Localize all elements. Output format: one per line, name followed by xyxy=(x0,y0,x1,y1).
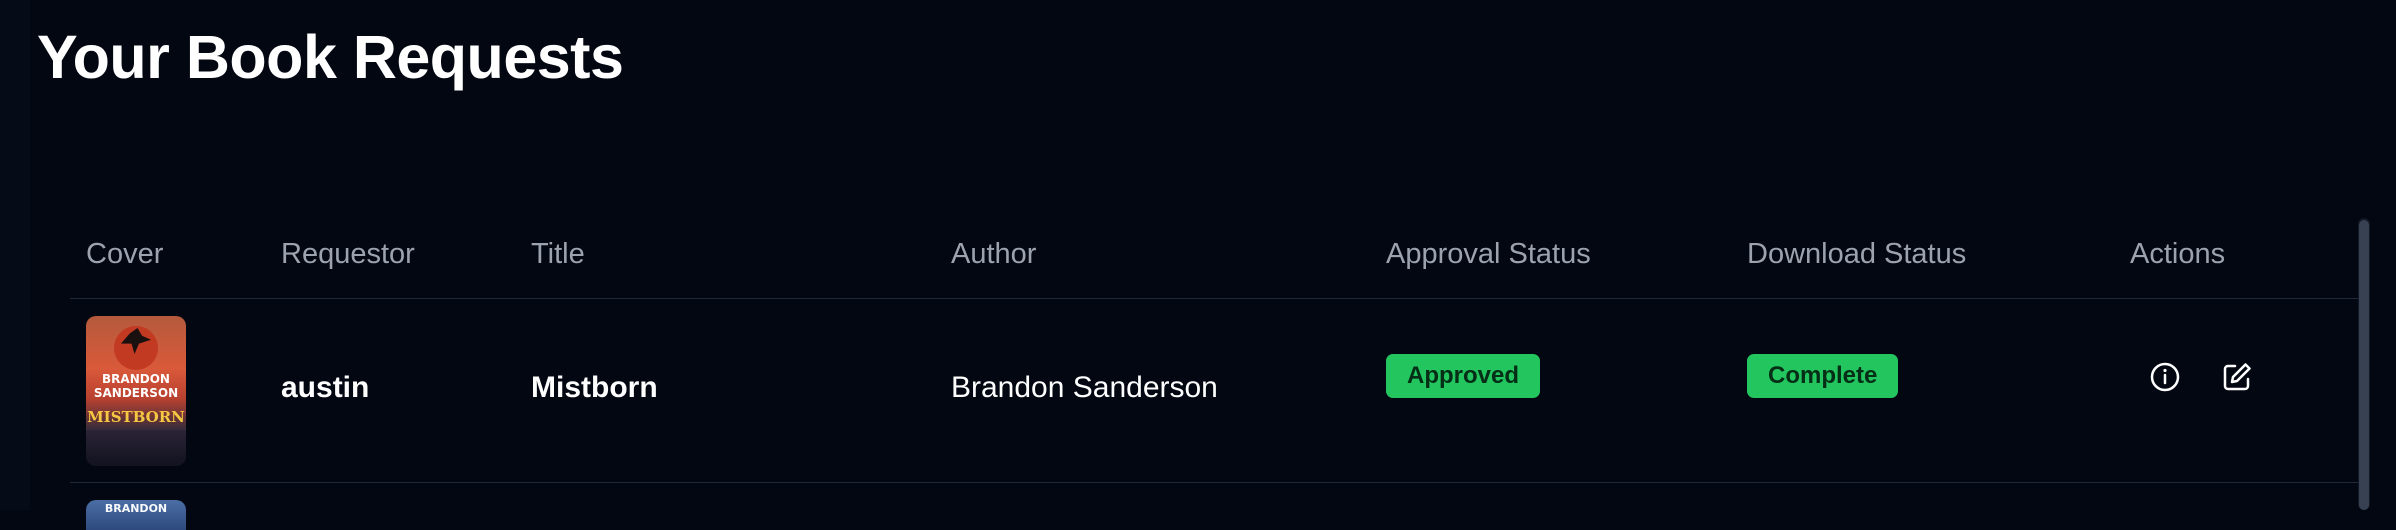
cover-author-text: BRANDON SANDERSON xyxy=(93,372,179,400)
info-icon xyxy=(2150,362,2180,392)
requestor-cell: austin xyxy=(281,371,370,404)
column-header-download-status: Download Status xyxy=(1747,238,1967,270)
next-row-cover-image: BRANDON xyxy=(86,500,186,530)
column-header-approval-status: Approval Status xyxy=(1386,238,1591,270)
next-row-cover-text: BRANDON xyxy=(104,502,168,515)
cover-title-text: MISTBORN xyxy=(87,408,185,426)
column-header-cover: Cover xyxy=(86,238,164,270)
column-header-author: Author xyxy=(951,238,1037,270)
page-title: Your Book Requests xyxy=(37,23,624,91)
title-cell: Mistborn xyxy=(531,371,658,404)
info-button[interactable] xyxy=(2145,357,2185,397)
column-header-requestor: Requestor xyxy=(281,238,415,270)
book-cover-image: BRANDON SANDERSON MISTBORN xyxy=(86,316,186,466)
edit-icon xyxy=(2223,363,2251,391)
author-cell: Brandon Sanderson xyxy=(951,371,1218,404)
table-scrollbar-thumb[interactable] xyxy=(2359,220,2369,510)
table-header: Cover Requestor Title Author Approval St… xyxy=(70,210,2360,299)
column-header-title: Title xyxy=(531,238,585,270)
table-row: BRANDON SANDERSON MISTBORN austin Mistbo… xyxy=(70,299,2360,483)
cover-city xyxy=(86,430,186,466)
download-status-badge: Complete xyxy=(1747,354,1899,398)
sidebar-edge xyxy=(0,0,30,510)
requests-table: Cover Requestor Title Author Approval St… xyxy=(70,210,2360,530)
approval-status-badge: Approved xyxy=(1386,354,1541,398)
column-header-actions: Actions xyxy=(2130,238,2226,270)
edit-button[interactable] xyxy=(2217,357,2257,397)
